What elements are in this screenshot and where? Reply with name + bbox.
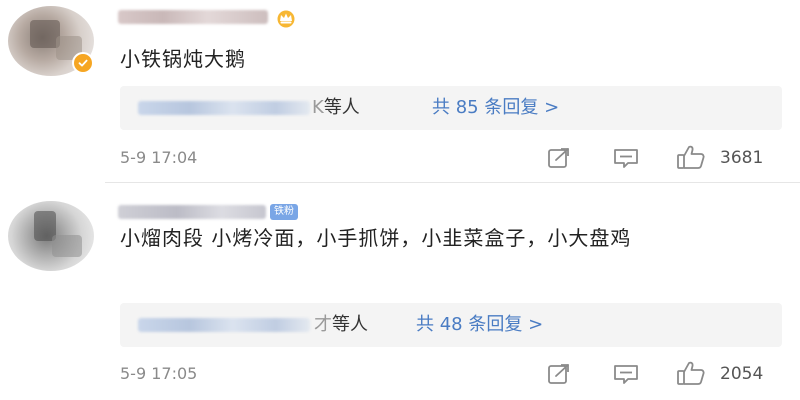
comment-item: 铁粉 小熘肉段 小烤冷面，小手抓饼，小韭菜盒子，小大盘鸡 才等人 共 48 条回… — [0, 183, 800, 400]
comment-text: 小熘肉段 小烤冷面，小手抓饼，小韭菜盒子，小大盘鸡 — [120, 226, 632, 250]
comment-item: 小铁锅炖大鹅 K等人 共 85 条回复 > 5-9 17:04 3681 — [0, 0, 800, 182]
reply-users-suffix: 等人 — [332, 314, 368, 335]
share-icon[interactable] — [546, 146, 574, 170]
reply-users-suffix: 等人 — [323, 97, 360, 118]
view-replies-link[interactable]: 共 85 条回复 > — [432, 95, 559, 121]
username-blurred[interactable] — [118, 205, 266, 219]
like-count: 2054 — [720, 364, 764, 384]
comment-icon[interactable] — [612, 146, 640, 170]
avatar-blur — [52, 235, 82, 257]
username-blurred[interactable] — [118, 10, 268, 24]
reply-usernames-blurred — [138, 318, 310, 332]
comment-time: 5-9 17:04 — [120, 148, 198, 167]
reply-users-label: K等人 — [312, 95, 360, 121]
reply-user-fragment: K — [312, 97, 324, 118]
view-replies-link[interactable]: 共 48 条回复 > — [416, 312, 543, 338]
reply-user-fragment: 才 — [314, 314, 332, 335]
crown-icon — [274, 8, 298, 28]
like-count: 3681 — [720, 148, 764, 168]
comment-time: 5-9 17:05 — [120, 364, 198, 383]
thumbs-up-icon[interactable] — [676, 360, 705, 385]
verified-badge-icon — [72, 52, 94, 74]
comment-text: 小铁锅炖大鹅 — [120, 47, 246, 71]
reply-users-label: 才等人 — [314, 312, 368, 338]
share-icon[interactable] — [546, 362, 574, 386]
comment-icon[interactable] — [612, 362, 640, 386]
thumbs-up-icon[interactable] — [676, 144, 705, 169]
fan-badge: 铁粉 — [270, 204, 298, 220]
reply-usernames-blurred — [138, 101, 310, 115]
replies-summary[interactable]: K等人 共 85 条回复 > — [120, 86, 782, 130]
avatar[interactable] — [8, 201, 94, 271]
replies-summary[interactable]: 才等人 共 48 条回复 > — [120, 303, 782, 347]
